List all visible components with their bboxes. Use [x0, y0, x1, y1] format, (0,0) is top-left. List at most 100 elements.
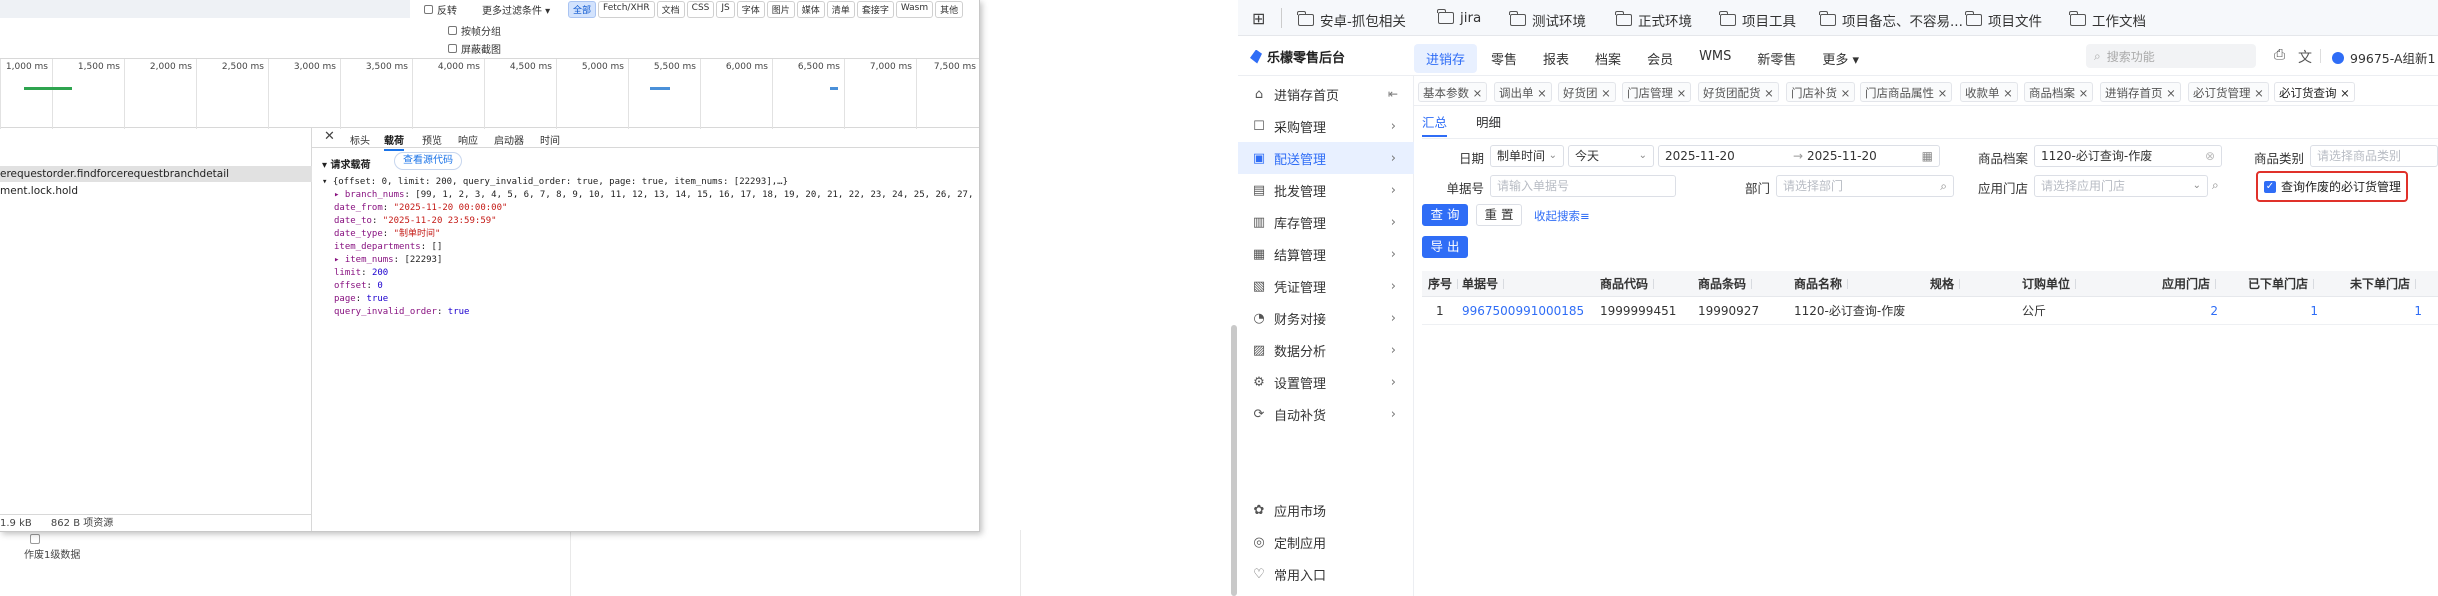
sidebar-item-inventory[interactable]: ▥ 库存管理 ›	[1238, 206, 1414, 238]
page-tab[interactable]: 门店管理 ×	[1622, 82, 1692, 102]
page-tab[interactable]: 基本参数 ×	[1418, 82, 1488, 102]
type-filter-img[interactable]: 图片	[766, 1, 795, 18]
payload-line[interactable]: offset: 0	[322, 280, 972, 293]
sidebar-item-app-market[interactable]: ✿ 应用市场	[1238, 494, 1414, 526]
bookmark-prod-env[interactable]: 正式环境	[1615, 10, 1692, 30]
page-tab[interactable]: 收款单 ×	[1960, 82, 2018, 102]
sidebar-item-common-entry[interactable]: ♡ 常用入口	[1238, 558, 1414, 590]
type-filter-ws[interactable]: 套接字	[856, 1, 894, 18]
col-header-not-ordered[interactable]: 未下单门店	[2350, 271, 2417, 297]
sidebar-item-settlement[interactable]: ▦ 结算管理 ›	[1238, 238, 1414, 270]
page-tab[interactable]: 调出单 ×	[1494, 82, 1552, 102]
page-tab[interactable]: 进销存首页 ×	[2100, 82, 2181, 102]
type-filter-media[interactable]: 媒体	[796, 1, 825, 18]
invert-checkbox[interactable]: 反转	[424, 3, 457, 17]
type-filter-doc[interactable]: 文档	[656, 1, 685, 18]
type-filter-js[interactable]: JS	[716, 1, 735, 18]
payload-line[interactable]: item_departments: []	[322, 241, 972, 254]
printer-icon[interactable]: ⎙	[2274, 47, 2285, 63]
payload-section-title[interactable]: ▾ 请求载荷	[322, 156, 371, 171]
topnav-reports[interactable]: 报表	[1531, 44, 1581, 73]
more-filters-dropdown[interactable]: 更多过滤条件 ▾	[482, 2, 550, 17]
bookmark-android[interactable]: 安卓-抓包相关	[1297, 10, 1406, 30]
app-logo[interactable]: 乐檬零售后台	[1250, 47, 1345, 66]
payload-line[interactable]: date_to: "2025-11-20 23:59:59"	[322, 215, 972, 228]
sidebar-item-voucher[interactable]: ▧ 凭证管理 ›	[1238, 270, 1414, 302]
cell-not-ordered-link[interactable]: 1	[2350, 297, 2422, 325]
payload-line[interactable]: ▸ item_nums: [22293]	[322, 254, 972, 267]
product-select[interactable]: 1120-必订查询-作废 ⊗	[2034, 145, 2222, 167]
export-button[interactable]: 导 出	[1422, 236, 1468, 258]
type-filter-other[interactable]: 其他	[935, 1, 964, 18]
query-button[interactable]: 查 询	[1422, 204, 1468, 226]
apps-grid-icon[interactable]: ⊞	[1252, 9, 1265, 28]
page-tab[interactable]: 好货团 ×	[1558, 82, 1616, 102]
tab-timing[interactable]: 时间	[540, 132, 560, 147]
close-icon[interactable]: ✕	[324, 129, 335, 144]
bookmark-docs[interactable]: 工作文档	[2069, 10, 2146, 30]
request-row[interactable]: ment.lock.hold	[0, 183, 312, 199]
tab-initiator[interactable]: 启动器	[494, 132, 524, 147]
sidebar-item-analytics[interactable]: ▨ 数据分析 ›	[1238, 334, 1414, 366]
screenshots-checkbox[interactable]: 屏蔽截图	[448, 41, 501, 56]
user-menu[interactable]: 99675-A组新1	[2332, 48, 2436, 67]
sidebar-item-distribution[interactable]: ▣ 配送管理 ›	[1238, 142, 1414, 174]
payload-line[interactable]: page: true	[322, 293, 972, 306]
request-row-selected[interactable]: erequestorder.findforcerequestbranchdeta…	[0, 166, 312, 182]
sidebar-item-auto-replenish[interactable]: ⟳ 自动补货 ›	[1238, 398, 1414, 430]
view-source-button[interactable]: 查看源代码	[394, 152, 462, 170]
page-tab[interactable]: 必订货管理 ×	[2188, 82, 2269, 102]
type-filter-font[interactable]: 字体	[736, 1, 765, 18]
category-select[interactable]: 请选择商品类别	[2310, 145, 2438, 167]
date-range-picker[interactable]: 2025-11-20 → 2025-11-20 ▦	[1658, 145, 1940, 167]
page-tab-active[interactable]: 必订货查询 ×	[2274, 82, 2355, 102]
date-type-select[interactable]: 制单时间 ⌄	[1490, 145, 1564, 167]
col-header-stores[interactable]: 应用门店	[2162, 271, 2217, 297]
type-filter-fetch[interactable]: Fetch/XHR	[598, 1, 655, 18]
topnav-retail[interactable]: 零售	[1479, 44, 1529, 73]
tab-headers[interactable]: 标头	[350, 132, 370, 147]
page-tab[interactable]: 门店商品属性 ×	[1860, 82, 1953, 102]
payload-line[interactable]: date_type: "制单时间"	[322, 228, 972, 241]
sidebar-item-wholesale[interactable]: ▤ 批发管理 ›	[1238, 174, 1414, 206]
filter-input[interactable]	[0, 0, 410, 18]
col-header-ordered[interactable]: 已下单门店	[2248, 271, 2315, 297]
payload-line[interactable]: limit: 200	[322, 267, 972, 280]
subtab-detail[interactable]: 明细	[1476, 112, 1501, 131]
sidebar-item-finance[interactable]: ◔ 财务对接 ›	[1238, 302, 1414, 334]
collapse-sidebar-icon[interactable]: ⇤	[1388, 87, 1398, 101]
col-header-product-code[interactable]: 商品代码	[1600, 271, 1655, 297]
sidebar-item-purchase[interactable]: ☐ 采购管理 ›	[1238, 110, 1414, 142]
col-header-barcode[interactable]: 商品条码	[1698, 271, 1753, 297]
payload-line[interactable]: ▸ branch_nums: [99, 1, 2, 3, 4, 5, 6, 7,…	[322, 189, 972, 202]
col-header-spec[interactable]: 规格	[1930, 271, 1961, 297]
search-icon[interactable]: ⌕	[2212, 178, 2219, 193]
network-timeline[interactable]: 1,000 ms 1,500 ms 2,000 ms 2,500 ms 3,00…	[0, 58, 979, 129]
payload-line[interactable]: query_invalid_order: true	[322, 306, 972, 319]
cell-ordered-link[interactable]: 1	[2248, 297, 2318, 325]
sidebar-item-home[interactable]: ⌂ 进销存首页 ⇤	[1238, 78, 1414, 110]
function-search-input[interactable]: ⌕ 搜索功能	[2086, 44, 2256, 68]
clear-icon[interactable]: ⊗	[2205, 146, 2215, 166]
tab-payload[interactable]: 载荷	[384, 132, 404, 151]
scrollbar[interactable]	[1231, 325, 1237, 596]
query-invalid-checkbox[interactable]: ✓ 查询作废的必订货管理	[2264, 178, 2401, 195]
bookmark-memo[interactable]: 项目备忘、不容易...	[1819, 10, 1963, 30]
cell-order-no-link[interactable]: 9967500991000185	[1462, 297, 1584, 325]
group-by-frame-checkbox[interactable]: 按帧分组	[448, 23, 501, 38]
topnav-member[interactable]: 会员	[1635, 44, 1685, 73]
topnav-more[interactable]: 更多 ▾	[1810, 44, 1871, 73]
bookmark-tools[interactable]: 项目工具	[1719, 10, 1796, 30]
table-row[interactable]: 1 9967500991000185 1999999451 19990927 1…	[1422, 297, 2438, 325]
tab-preview[interactable]: 预览	[422, 132, 442, 147]
page-tab[interactable]: 商品档案 ×	[2024, 82, 2094, 102]
topnav-wms[interactable]: WMS	[1687, 44, 1743, 73]
payload-line[interactable]: date_from: "2025-11-20 00:00:00"	[322, 202, 972, 215]
page-tab[interactable]: 好货团配货 ×	[1698, 82, 1779, 102]
cell-stores-link[interactable]: 2	[2162, 297, 2218, 325]
translate-icon[interactable]: 文	[2298, 47, 2312, 67]
reset-button[interactable]: 重 置	[1476, 204, 1522, 226]
sidebar-item-custom-app[interactable]: ◎ 定制应用	[1238, 526, 1414, 558]
col-header-unit[interactable]: 订购单位	[2022, 271, 2077, 297]
page-tab[interactable]: 门店补货 ×	[1786, 82, 1856, 102]
